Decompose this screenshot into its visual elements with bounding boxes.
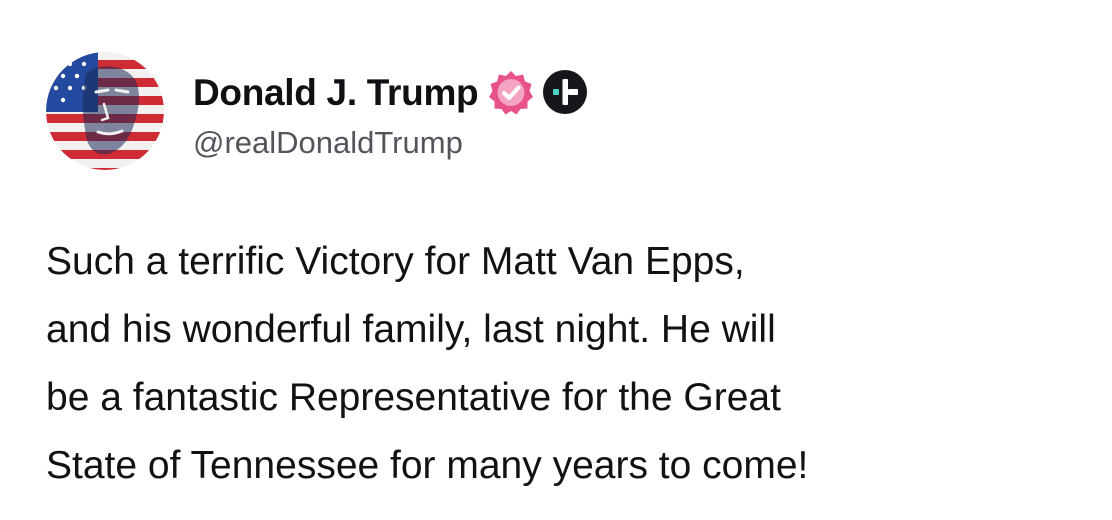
truth-social-post: Donald J. Trump @realDonaldTrump Such a … bbox=[0, 0, 1112, 520]
post-text-line: State of Tennessee for many years to com… bbox=[46, 444, 809, 487]
author-handle[interactable]: @realDonaldTrump bbox=[193, 125, 463, 160]
avatar-image bbox=[46, 52, 164, 170]
post-text-line: Such a terrific Victory for Matt Van Epp… bbox=[46, 240, 745, 283]
author-display-name[interactable]: Donald J. Trump bbox=[193, 74, 479, 111]
post-text-line: and his wonderful family, last night. He… bbox=[46, 308, 776, 351]
post-text-line: be a fantastic Representative for the Gr… bbox=[46, 376, 781, 419]
verified-badge-icon bbox=[488, 69, 534, 115]
author-avatar[interactable] bbox=[46, 52, 164, 170]
author-name-row: Donald J. Trump bbox=[193, 66, 588, 118]
post-text: Such a terrific Victory for Matt Van Epp… bbox=[46, 228, 1086, 500]
plus-badge-icon bbox=[542, 69, 588, 115]
